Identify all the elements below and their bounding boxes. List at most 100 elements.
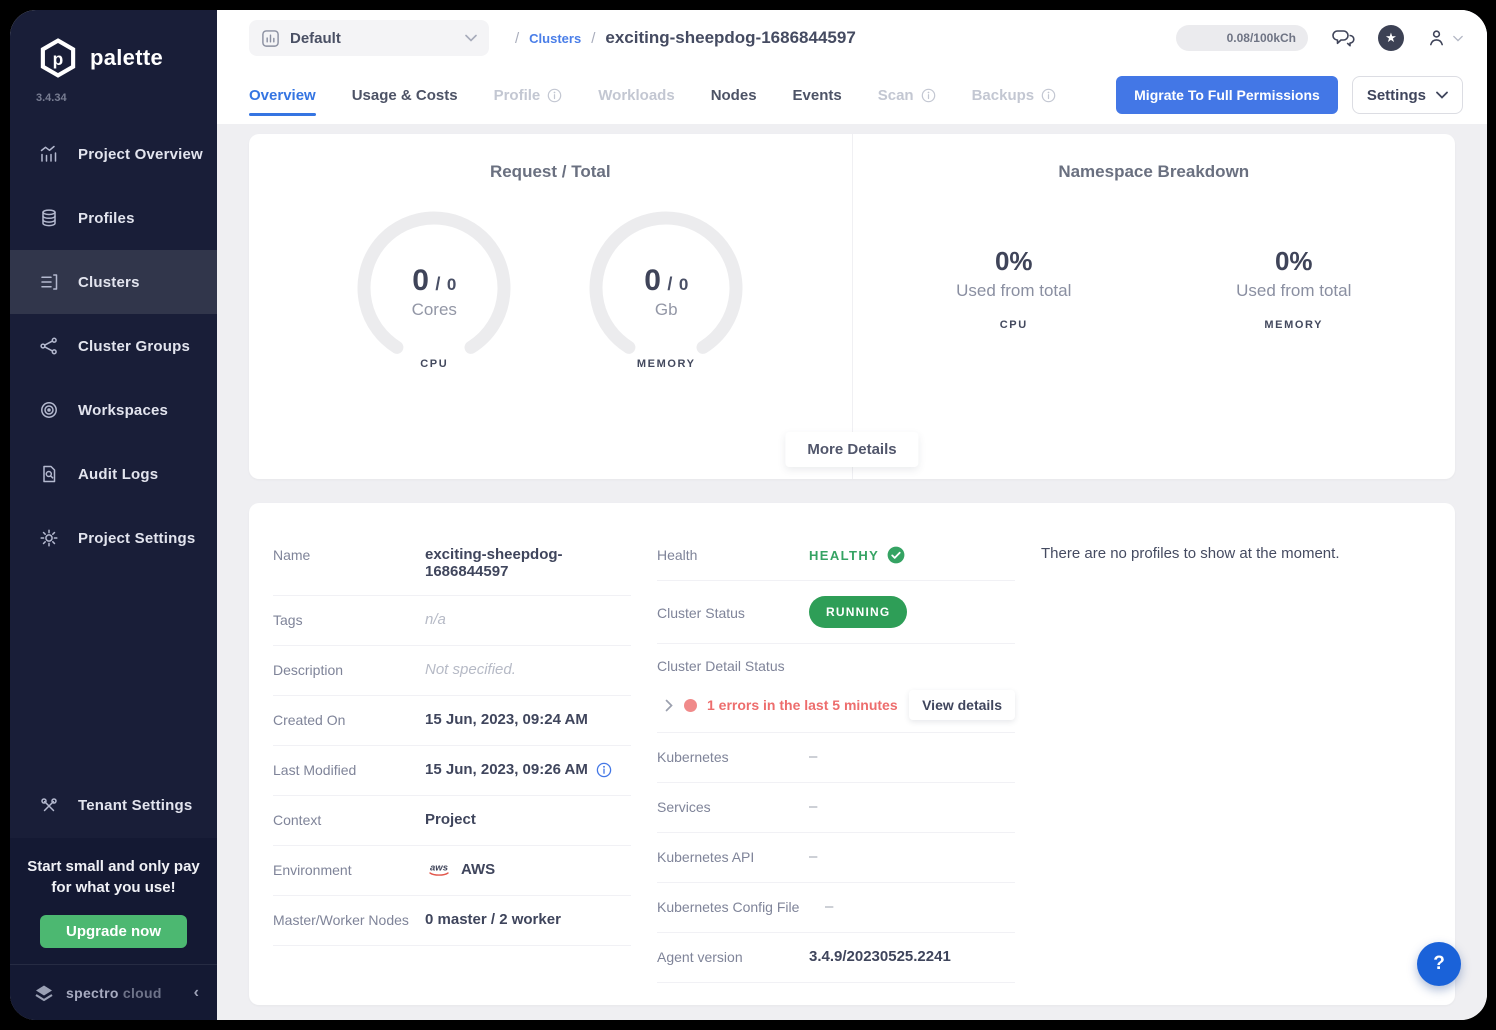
nodes-value: 0 master / 2 worker [425,911,631,928]
tab-overview[interactable]: Overview [249,69,316,122]
info-row-name: Name exciting-sheepdog-1686844597 [273,531,631,596]
info-icon[interactable] [596,762,612,778]
more-details-button[interactable]: More Details [785,432,918,467]
kubernetes-value: – [809,748,1015,765]
check-circle-icon [887,546,905,564]
cpu-used-caption: Used from total [934,281,1094,301]
tags-value: n/a [425,611,631,628]
error-dot-icon [684,699,697,712]
cluster-status-wrap: RUNNING [809,596,907,628]
sidebar-item-label: Profiles [78,210,135,227]
document-search-icon [38,463,60,485]
aws-logo-icon: aws [425,861,453,878]
sidebar-item-audit-logs[interactable]: Audit Logs [10,442,217,506]
tab-backups: Backups [972,69,1057,122]
cluster-details-card: Name exciting-sheepdog-1686844597 Tags n… [249,503,1455,1005]
concentric-circles-icon [38,399,60,421]
info-row-description: Description Not specified. [273,646,631,696]
tab-nodes[interactable]: Nodes [711,69,757,122]
cpu-gauge-value: 0 / 0 Cores [350,264,518,320]
chevron-down-icon [465,34,477,42]
description-value: Not specified. [425,661,631,678]
sidebar-item-label: Workspaces [78,402,168,419]
breadcrumb-separator: / [515,30,519,47]
sidebar-item-clusters[interactable]: Clusters [10,250,217,314]
chat-icon[interactable] [1330,26,1356,50]
chevron-down-icon [1453,35,1463,42]
brand-text: spectro cloud [66,985,184,1001]
star-avatar-icon[interactable]: ★ [1378,25,1404,51]
status-row-services: Services – [657,783,1015,833]
sidebar-item-label: Project Overview [78,146,203,163]
brand-secondary: cloud [123,985,162,1001]
error-status-line: 1 errors in the last 5 minutes View deta… [657,690,1015,720]
tab-events[interactable]: Events [793,69,842,122]
palette-logo-icon: p [36,36,80,80]
sidebar-item-project-overview[interactable]: Project Overview [10,122,217,186]
screen: p palette 3.4.34 Project Overview [0,0,1496,1030]
view-details-button[interactable]: View details [909,690,1015,720]
sidebar-item-workspaces[interactable]: Workspaces [10,378,217,442]
status-row-kubernetes-api: Kubernetes API – [657,833,1015,883]
services-value: – [809,798,1015,815]
context-value: Project [425,811,631,828]
tabbar: Overview Usage & Costs Profile Workloads… [217,66,1487,124]
sidebar: p palette 3.4.34 Project Overview [10,10,217,1020]
info-row-created-on: Created On 15 Jun, 2023, 09:24 AM [273,696,631,746]
status-row-health: Health HEALTHY [657,531,1015,581]
health-value-wrap: HEALTHY [809,546,1015,564]
tab-label: Events [793,87,842,104]
content: Request / Total 0 / 0 Cores [217,124,1487,1020]
sidebar-item-project-settings[interactable]: Project Settings [10,506,217,570]
health-status-text: HEALTHY [809,548,879,563]
sidebar-item-profiles[interactable]: Profiles [10,186,217,250]
chevron-right-icon[interactable] [665,699,674,712]
promo-message: Start small and only pay for what you us… [24,856,203,900]
row-label: Description [273,661,425,678]
row-label: Kubernetes API [657,848,809,865]
row-label: Name [273,546,425,563]
collapse-sidebar-icon[interactable]: ‹ [194,984,199,1002]
row-label: Health [657,546,809,563]
sidebar-item-tenant-settings[interactable]: Tenant Settings [10,774,217,838]
help-button[interactable]: ? [1417,942,1461,986]
row-label: Services [657,798,809,815]
app-version: 3.4.34 [36,92,217,104]
memory-gauge-value: 0 / 0 Gb [582,264,750,320]
sidebar-item-cluster-groups[interactable]: Cluster Groups [10,314,217,378]
tab-usage-costs[interactable]: Usage & Costs [352,69,458,122]
user-menu[interactable] [1426,27,1463,49]
main-area: Default / Clusters / exciting-sheepdog-1… [217,10,1487,1020]
tab-label: Overview [249,87,316,104]
settings-button[interactable]: Settings [1352,76,1463,114]
credits-badge: 0.08/100kCh [1176,25,1308,51]
project-selector[interactable]: Default [249,20,489,56]
clusters-list-icon [38,271,60,293]
upgrade-now-button[interactable]: Upgrade now [40,915,187,948]
info-row-last-modified: Last Modified 15 Jun, 2023, 09:26 AM [273,746,631,796]
request-total-panel: Request / Total 0 / 0 Cores [249,134,853,479]
tab-profile: Profile [494,69,563,122]
profiles-empty-message: There are no profiles to show at the mom… [1041,531,1431,562]
memory-metric-label: MEMORY [1214,319,1374,331]
settings-button-label: Settings [1367,87,1426,104]
info-icon [921,88,936,103]
sidebar-nav: Project Overview Profiles Clusters [10,122,217,570]
app-window: p palette 3.4.34 Project Overview [10,10,1487,1020]
memory-metric-label: MEMORY [582,358,750,370]
crossed-tools-icon [38,795,60,817]
namespace-memory-stat: 0% Used from total MEMORY [1214,246,1374,331]
migrate-permissions-button[interactable]: Migrate To Full Permissions [1116,76,1338,114]
sidebar-item-label: Clusters [78,274,140,291]
svg-text:p: p [53,49,64,69]
breadcrumb-clusters-link[interactable]: Clusters [529,31,581,46]
created-on-value: 15 Jun, 2023, 09:24 AM [425,711,631,728]
overview-card: Request / Total 0 / 0 Cores [249,134,1455,479]
namespace-cpu-stat: 0% Used from total CPU [934,246,1094,331]
kubernetes-config-value: – [825,898,1015,915]
tab-scan: Scan [878,69,936,122]
chevron-down-icon [1436,91,1448,99]
network-nodes-icon [38,335,60,357]
memory-used-percent: 0% [1214,246,1374,277]
tab-label: Scan [878,87,914,104]
